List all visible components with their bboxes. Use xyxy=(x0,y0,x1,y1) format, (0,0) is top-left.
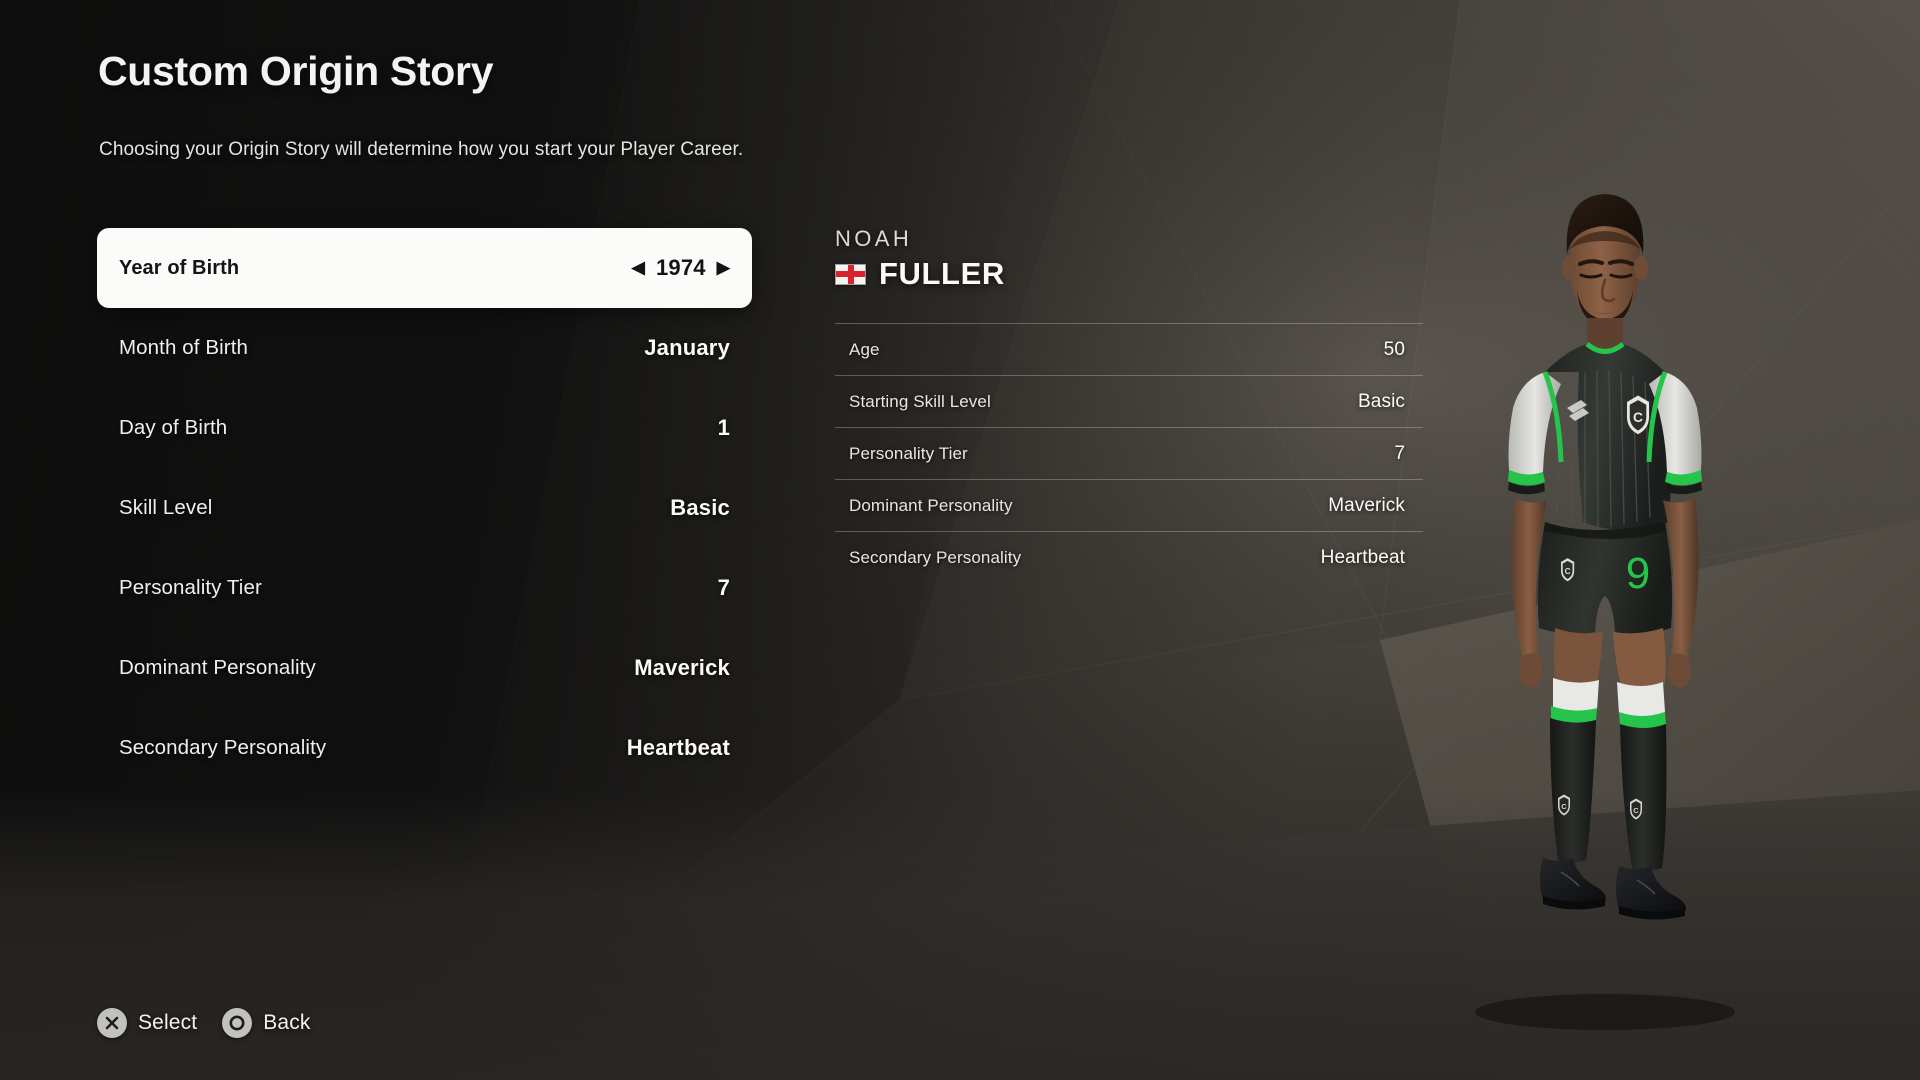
option-row-personality-tier[interactable]: Personality Tier 7 xyxy=(97,548,752,628)
option-label: Dominant Personality xyxy=(119,656,316,679)
cross-button-icon[interactable] xyxy=(97,1008,127,1038)
option-label: Personality Tier xyxy=(119,576,262,599)
stat-row-dominant-personality: Dominant Personality Maverick xyxy=(835,479,1423,531)
option-value: 1974 xyxy=(655,255,706,280)
stat-value: 7 xyxy=(1394,442,1405,464)
stat-value: Heartbeat xyxy=(1320,546,1405,568)
player-summary-panel: NOAH FULLER Age 50 Starting Skill Level … xyxy=(835,226,1423,583)
option-row-month-of-birth[interactable]: Month of Birth January xyxy=(97,308,752,388)
player-lastname-row: FULLER xyxy=(835,256,1423,292)
stat-label: Dominant Personality xyxy=(849,495,1013,515)
stat-row-secondary-personality: Secondary Personality Heartbeat xyxy=(835,531,1423,583)
option-row-dominant-personality[interactable]: Dominant Personality Maverick xyxy=(97,628,752,708)
option-label: Secondary Personality xyxy=(119,736,327,759)
page-subtitle: Choosing your Origin Story will determin… xyxy=(99,139,744,160)
option-value: 1 xyxy=(717,415,730,440)
stat-value: Basic xyxy=(1358,390,1405,412)
stat-label: Age xyxy=(849,339,880,359)
stat-label: Secondary Personality xyxy=(849,547,1022,567)
stat-row-age: Age 50 xyxy=(835,323,1423,375)
stat-value: 50 xyxy=(1383,338,1405,360)
action-bar: Select Back xyxy=(97,1008,311,1038)
stat-row-starting-skill-level: Starting Skill Level Basic xyxy=(835,375,1423,427)
action-label: Back xyxy=(263,1011,311,1034)
screen-root: C 9 C C C Custom Origin Story Choosing y… xyxy=(0,0,1920,1080)
player-first-name: NOAH xyxy=(835,226,913,251)
action-select[interactable]: Select xyxy=(97,1008,197,1038)
option-label: Day of Birth xyxy=(119,416,228,439)
option-row-skill-level[interactable]: Skill Level Basic xyxy=(97,468,752,548)
player-last-name: FULLER xyxy=(879,256,1005,291)
option-row-year-of-birth[interactable]: Year of Birth ◀ 1974 ▶ xyxy=(97,228,752,308)
option-value-stepper[interactable]: ◀ 1974 ▶ xyxy=(632,255,730,281)
stat-label: Personality Tier xyxy=(849,443,968,463)
circle-button-icon[interactable] xyxy=(222,1008,253,1038)
player-stat-table: Age 50 Starting Skill Level Basic Person… xyxy=(835,323,1423,583)
option-label: Month of Birth xyxy=(119,336,249,359)
page-title: Custom Origin Story xyxy=(98,48,494,94)
option-label: Skill Level xyxy=(119,496,213,519)
action-label: Select xyxy=(138,1011,198,1034)
option-value: Basic xyxy=(670,495,730,520)
england-flag-icon xyxy=(835,263,866,285)
option-value: 7 xyxy=(717,575,730,600)
option-value: Maverick xyxy=(634,655,730,680)
option-row-day-of-birth[interactable]: Day of Birth 1 xyxy=(97,388,752,468)
option-value: January xyxy=(644,335,730,360)
stat-row-personality-tier: Personality Tier 7 xyxy=(835,427,1423,479)
option-row-secondary-personality[interactable]: Secondary Personality Heartbeat xyxy=(97,708,752,788)
action-back[interactable]: Back xyxy=(222,1008,310,1038)
option-value: Heartbeat xyxy=(626,735,730,760)
decrement-arrow-icon[interactable]: ◀ xyxy=(632,259,645,276)
stat-label: Starting Skill Level xyxy=(849,391,991,411)
increment-arrow-icon[interactable]: ▶ xyxy=(717,259,730,276)
origin-story-option-list: Year of Birth ◀ 1974 ▶ Month of Birth Ja… xyxy=(97,228,752,788)
stat-value: Maverick xyxy=(1328,494,1405,516)
option-label: Year of Birth xyxy=(119,256,240,279)
